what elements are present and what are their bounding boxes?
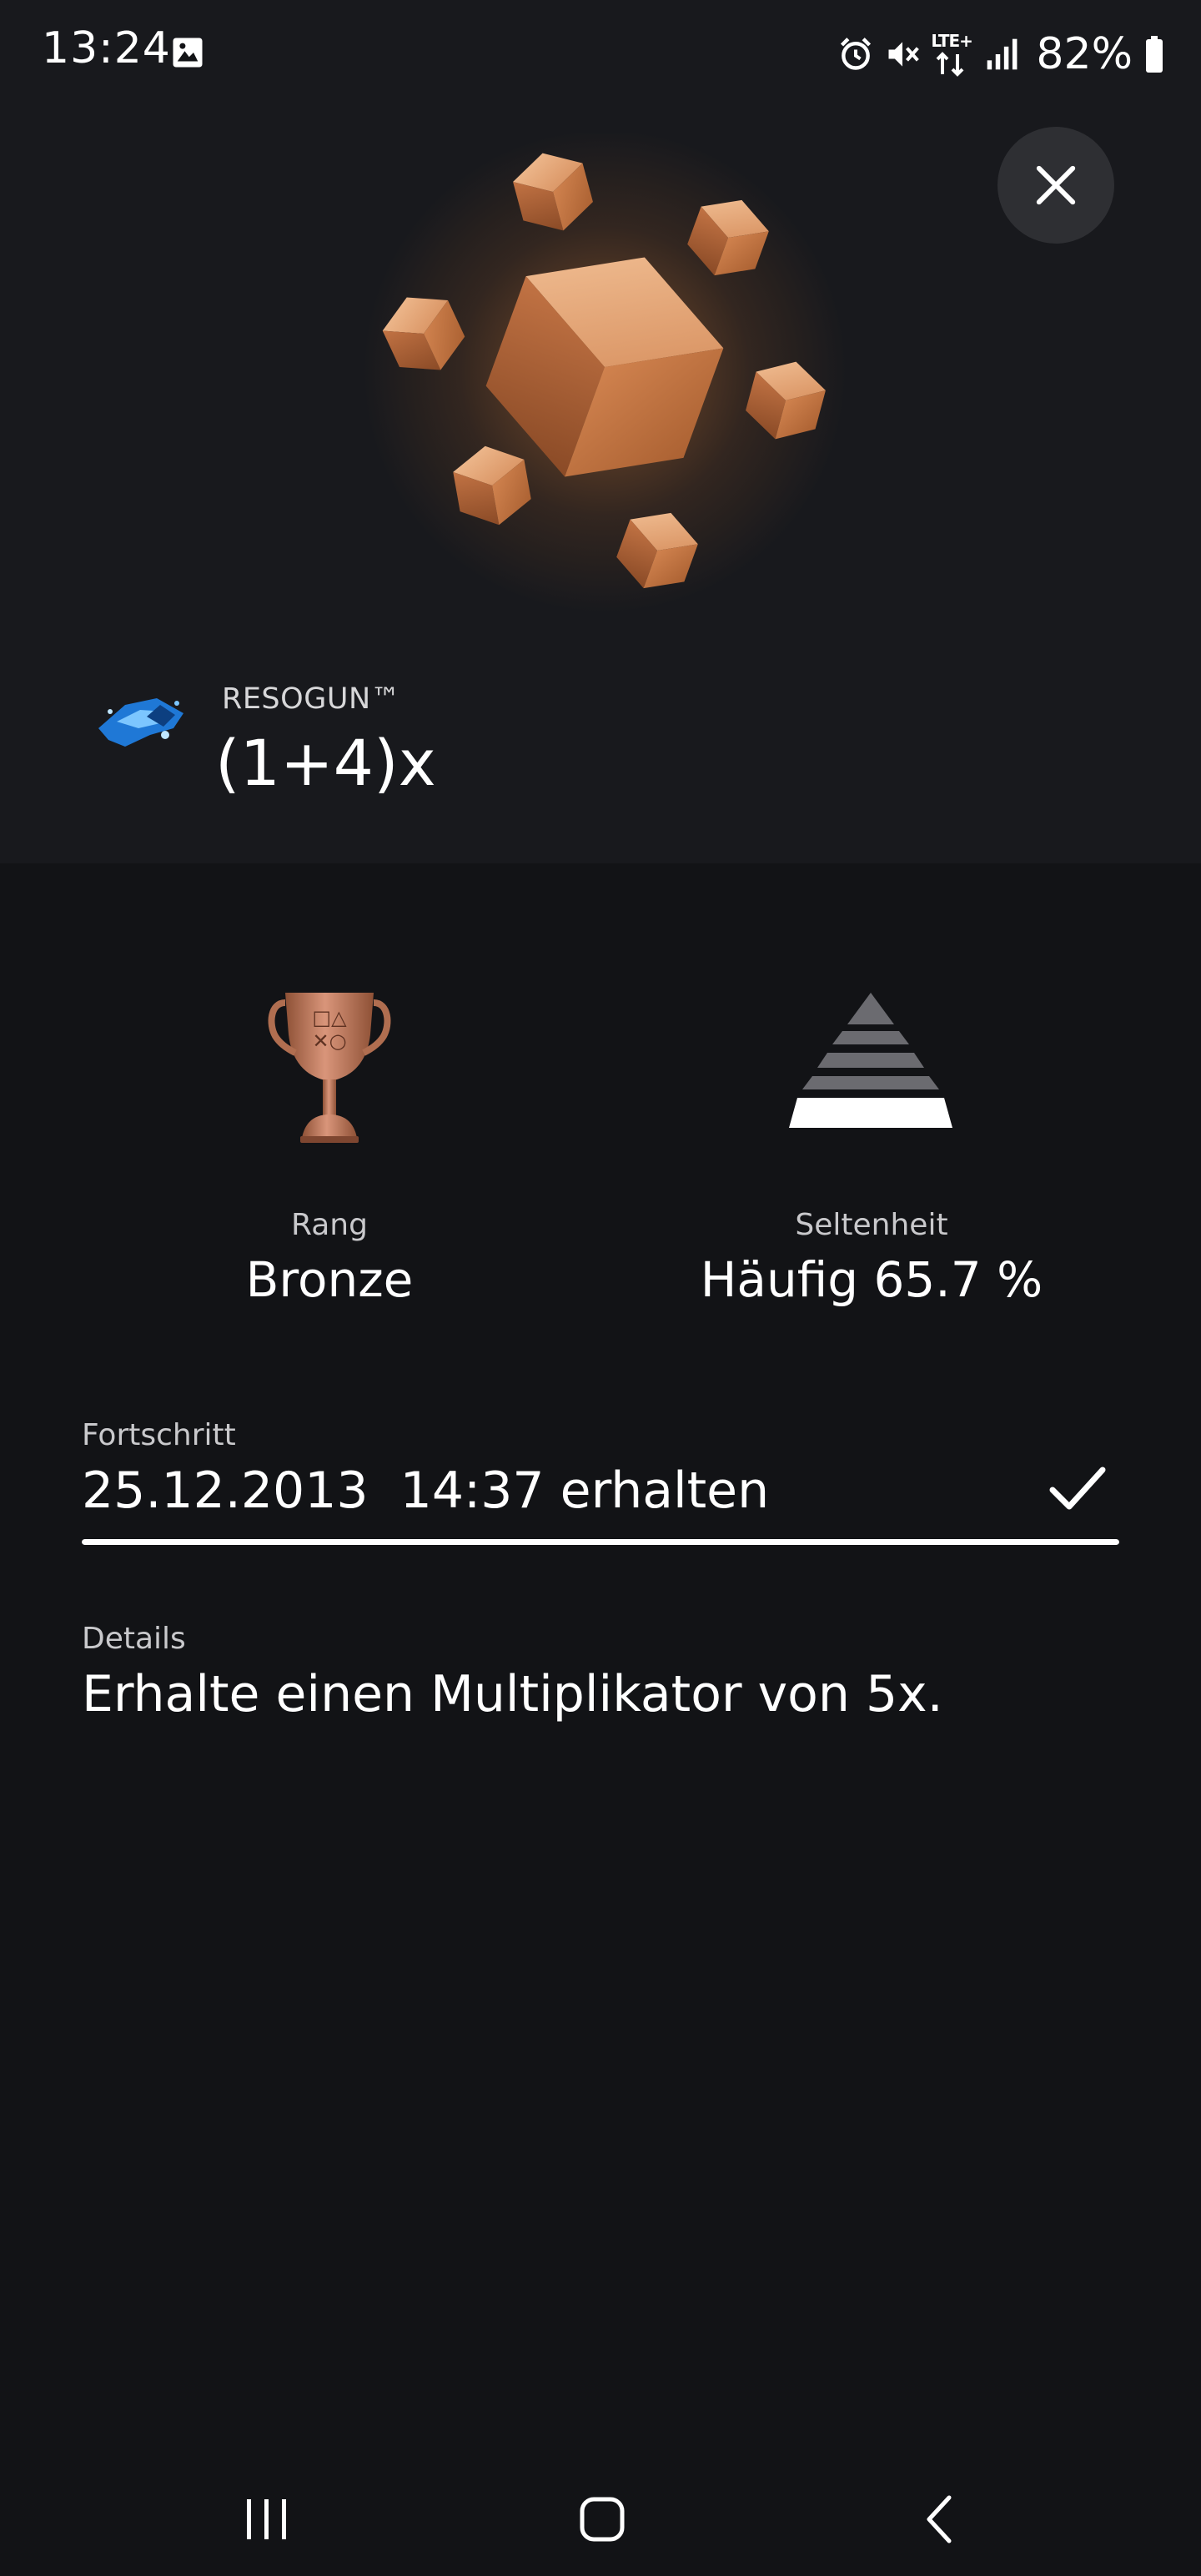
battery-percent: 82% bbox=[1036, 29, 1133, 79]
back-icon bbox=[927, 2495, 952, 2543]
progress-bar bbox=[82, 1539, 1119, 1545]
details-text: Erhalte einen Multiplikator von 5x. bbox=[82, 1665, 943, 1723]
rarity-value: Häufig 65.7 % bbox=[700, 1251, 1043, 1308]
status-time: 13:24 bbox=[42, 23, 171, 73]
battery-icon bbox=[1146, 36, 1163, 73]
signal-icon bbox=[987, 38, 1018, 70]
rank-label: Rang bbox=[291, 1208, 368, 1242]
close-icon bbox=[1036, 165, 1076, 205]
check-icon bbox=[1049, 1467, 1106, 1510]
rarity-icon bbox=[789, 993, 952, 1128]
svg-text:✕○: ✕○ bbox=[312, 1029, 346, 1053]
progress-label: Fortschritt bbox=[82, 1418, 236, 1452]
recent-apps-icon bbox=[247, 2499, 286, 2539]
rarity-label: Seltenheit bbox=[795, 1208, 948, 1242]
rank-value: Bronze bbox=[245, 1251, 414, 1308]
home-icon bbox=[580, 2497, 625, 2542]
mute-icon bbox=[888, 42, 920, 67]
alarm-icon bbox=[841, 38, 872, 70]
trophy-title: (1+4)x bbox=[215, 726, 436, 800]
game-icon bbox=[98, 698, 183, 747]
image-icon bbox=[173, 38, 203, 68]
game-name: RESOGUN™ bbox=[222, 682, 401, 716]
progress-fill bbox=[82, 1539, 1119, 1545]
trophy-artwork bbox=[363, 133, 847, 613]
close-button[interactable] bbox=[997, 127, 1114, 244]
home-button[interactable] bbox=[552, 2469, 652, 2569]
back-button[interactable] bbox=[889, 2469, 989, 2569]
navigation-bar bbox=[0, 2453, 1201, 2576]
recent-apps-button[interactable] bbox=[217, 2469, 317, 2569]
svg-text:□△: □△ bbox=[312, 1006, 347, 1029]
lte-icon: LTE+ bbox=[931, 31, 974, 78]
bronze-trophy-icon: □△ ✕○ bbox=[268, 993, 391, 1143]
details-label: Details bbox=[82, 1622, 186, 1656]
progress-value: 25.12.2013 14:37 erhalten bbox=[82, 1462, 770, 1520]
status-bar: 13:24 LTE+ 82% bbox=[0, 0, 1201, 108]
